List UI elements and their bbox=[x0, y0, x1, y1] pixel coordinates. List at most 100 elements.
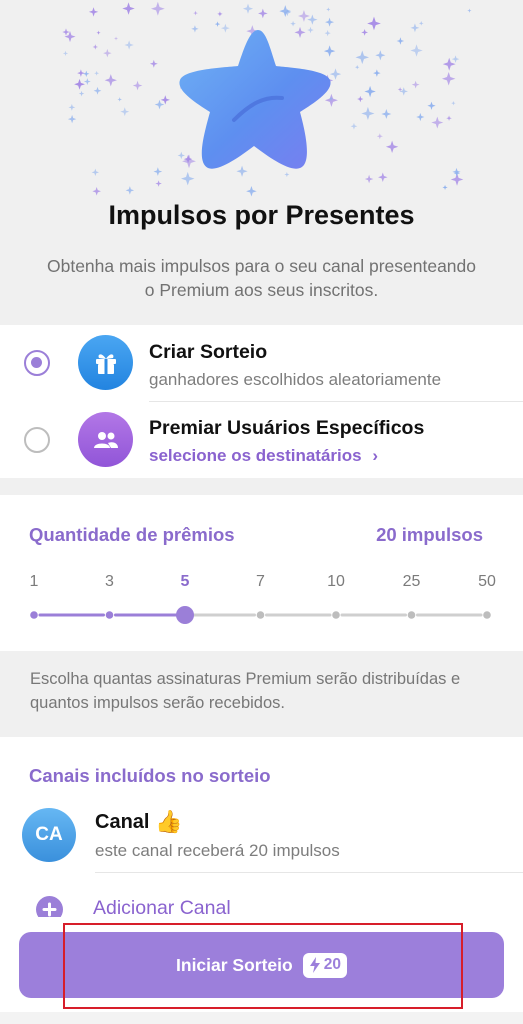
channels-section: Canais incluídos no sorteio CA Canal 👍 e… bbox=[0, 737, 523, 947]
sparkle-icon bbox=[132, 80, 143, 91]
sparkle-icon bbox=[246, 185, 257, 197]
tick-label: 10 bbox=[327, 573, 345, 590]
page-title: Impulsos por Presentes bbox=[108, 200, 415, 230]
radio-selected-icon[interactable] bbox=[24, 350, 50, 376]
star-illustration-icon bbox=[62, 1, 472, 197]
sparkle-icon bbox=[150, 1, 165, 16]
sparkle-icon bbox=[451, 55, 460, 63]
slider-tick-dot[interactable] bbox=[105, 611, 114, 619]
sparkle-icon bbox=[410, 23, 420, 33]
sparkle-icon bbox=[155, 180, 162, 187]
channels-title: Canais incluídos no sorteio bbox=[29, 765, 271, 786]
divider bbox=[95, 872, 523, 873]
sparkle-icon bbox=[378, 172, 388, 182]
sparkle-icon bbox=[96, 30, 101, 35]
sparkle-icon bbox=[180, 171, 195, 186]
sparkle-icon bbox=[279, 5, 292, 18]
sparkle-icon bbox=[410, 44, 423, 57]
sparkle-icon bbox=[104, 74, 117, 87]
sparkle-icon bbox=[191, 25, 199, 33]
sparkle-icon bbox=[83, 78, 91, 85]
sparkle-icon bbox=[329, 68, 342, 80]
channel-name: Canal bbox=[95, 811, 150, 833]
sparkle-icon bbox=[441, 71, 456, 86]
sparkle-icon bbox=[326, 7, 331, 12]
sparkle-icon bbox=[124, 40, 134, 50]
sparkle-icon bbox=[325, 17, 335, 27]
sparkle-icon bbox=[364, 85, 376, 98]
tick-label: 7 bbox=[256, 573, 265, 590]
sparkle-icon bbox=[62, 28, 70, 36]
highlight-annotation-box bbox=[63, 923, 463, 1009]
sparkle-icon bbox=[324, 93, 338, 107]
slider-tick-dot[interactable] bbox=[256, 611, 265, 619]
tick-label: 25 bbox=[402, 573, 421, 590]
slider-tick-dot[interactable] bbox=[407, 611, 416, 619]
option-title: Premiar Usuários Específicos bbox=[149, 417, 425, 439]
sparkle-icon bbox=[117, 97, 122, 102]
sparkle-icon bbox=[357, 95, 364, 103]
option-subtitle: ganhadores escolhidos aleatoriamente bbox=[149, 370, 442, 389]
sparkle-icon bbox=[67, 114, 77, 124]
sparkle-icon bbox=[193, 10, 198, 16]
sparkle-icon bbox=[431, 116, 444, 129]
sparkle-icon bbox=[375, 50, 386, 61]
slider-tick-dot[interactable] bbox=[30, 611, 38, 619]
gift-icon bbox=[78, 335, 133, 390]
radio-unselected-icon[interactable] bbox=[24, 427, 50, 453]
boost-type-options: Criar Sorteio ganhadores escolhidos alea… bbox=[0, 325, 523, 478]
option-specific-users[interactable]: Premiar Usuários Específicos selecione o… bbox=[0, 401, 523, 478]
quantity-slider[interactable] bbox=[0, 600, 523, 630]
sparkle-icon bbox=[78, 90, 85, 97]
slider-thumb[interactable] bbox=[176, 606, 194, 624]
info-section: Escolha quantas assinaturas Premium serã… bbox=[0, 651, 523, 737]
select-recipients-link[interactable]: selecione os destinatários › bbox=[149, 446, 378, 466]
sparkle-icon bbox=[416, 112, 425, 122]
sparkle-icon bbox=[74, 78, 85, 90]
sparkle-icon bbox=[324, 30, 331, 37]
option-create-giveaway[interactable]: Criar Sorteio ganhadores escolhidos alea… bbox=[0, 325, 523, 402]
sparkle-icon bbox=[153, 167, 163, 176]
sparkle-icon bbox=[446, 115, 452, 121]
sparkle-icon bbox=[294, 26, 306, 38]
chevron-right-icon: › bbox=[372, 446, 378, 465]
sparkle-icon bbox=[220, 23, 230, 33]
sparkle-icon bbox=[258, 8, 268, 19]
sparkle-icon bbox=[88, 7, 99, 17]
sparkle-icon bbox=[177, 151, 185, 160]
slider-tick-dot[interactable] bbox=[483, 611, 491, 619]
sparkle-icon bbox=[364, 174, 374, 184]
sparkle-icon bbox=[355, 65, 360, 70]
quantity-value: 20 impulsos bbox=[376, 524, 483, 545]
sparkle-icon bbox=[451, 100, 456, 106]
tick-label: 5 bbox=[180, 573, 190, 590]
sparkle-icon bbox=[236, 165, 248, 177]
sparkle-icon bbox=[361, 29, 368, 36]
sparkle-icon bbox=[467, 8, 472, 13]
sparkle-icon bbox=[298, 10, 310, 22]
sparkle-icon bbox=[381, 109, 392, 119]
channel-subtitle: este canal receberá 20 impulsos bbox=[95, 841, 340, 860]
sparkle-icon bbox=[385, 140, 399, 153]
tick-label: 3 bbox=[105, 573, 114, 590]
sparkle-icon bbox=[114, 36, 119, 41]
sparkle-icon bbox=[355, 50, 370, 65]
sparkle-icon bbox=[350, 122, 358, 130]
sparkle-icon bbox=[77, 69, 85, 77]
sparkle-icon bbox=[396, 37, 405, 45]
sparkle-icon bbox=[361, 106, 375, 121]
sparkle-icon bbox=[122, 2, 135, 15]
sparkle-icon bbox=[427, 101, 436, 110]
sparkle-icon bbox=[125, 186, 135, 195]
slider-tick-dot[interactable] bbox=[332, 611, 340, 619]
sparkle-icon bbox=[149, 59, 158, 68]
page-subtitle: Obtenha mais impulsos para o seu canal p… bbox=[46, 256, 476, 300]
sparkle-icon bbox=[154, 99, 165, 110]
gift-boosts-screen: Impulsos por Presentes Obtenha mais impu… bbox=[0, 0, 523, 1024]
sparkle-icon bbox=[62, 50, 69, 56]
sparkle-icon bbox=[373, 69, 381, 77]
sparkle-icon bbox=[94, 70, 100, 76]
sparkle-icon bbox=[399, 87, 408, 96]
sparkle-icon bbox=[411, 80, 420, 89]
hero-illustration bbox=[0, 0, 523, 200]
